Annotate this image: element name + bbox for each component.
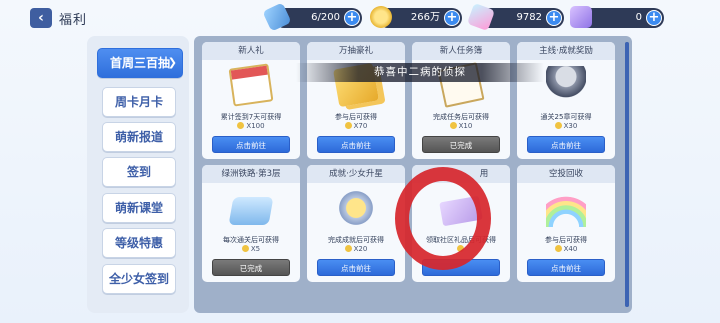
character-icon (546, 66, 586, 104)
train-icon (228, 197, 274, 225)
card-description: 每次通关后可获得 (223, 236, 279, 244)
go-button[interactable]: 点击前往 (212, 136, 290, 153)
sidebar-item-weekly-monthly-card[interactable]: 周卡月卡 (102, 87, 176, 117)
card-description: 参与后可获得 (545, 236, 587, 244)
card-title: 新人礼 (202, 42, 300, 60)
card-reward: X5 (202, 245, 300, 253)
sidebar-item-newbie-report[interactable]: 萌新报道 (102, 122, 176, 152)
card-title: 成就·少女升星 (307, 165, 405, 183)
resource-coin: 266万 + (370, 6, 462, 28)
reward-amount: X100 (246, 122, 265, 130)
sidebar-item-all-girls-sign-in[interactable]: 全少女签到 (102, 264, 176, 294)
medal-icon (336, 189, 376, 227)
card-title: 新人任务簿 (412, 42, 510, 60)
sidebar-item-label: 签到 (126, 165, 151, 179)
add-coin-button[interactable]: + (444, 10, 460, 26)
card-title: 万抽豪礼 (307, 42, 405, 60)
resource-value: 6/200 (311, 12, 340, 23)
add-card-button[interactable]: + (646, 10, 662, 26)
gem-icon (466, 2, 496, 32)
completed-button[interactable]: 已完成 (212, 259, 290, 276)
resource-value: 9782 (516, 12, 542, 23)
reward-amount: X5 (250, 245, 261, 253)
ticket-icon (262, 2, 292, 32)
go-button[interactable]: 点击前往 (527, 259, 605, 276)
coin-icon (344, 245, 352, 252)
sidebar-item-label: 萌新课堂 (114, 201, 163, 215)
resource-card: 0 + (570, 6, 664, 28)
sidebar-item-level-deal[interactable]: 等级特惠 (102, 228, 176, 258)
sidebar: 首周三百抽 ❯ 周卡月卡 萌新报道 签到 萌新课堂 等级特惠 全少女签到 (87, 36, 189, 313)
resource-gem: 9782 + (466, 2, 564, 32)
top-bar: ‹ 福利 6/200 + 266万 + 9782 + 0 + (0, 0, 720, 36)
reward-amount: X40 (563, 245, 578, 253)
go-button[interactable]: 点击前往 (317, 136, 395, 153)
card-reward: X100 (202, 122, 300, 130)
coin-icon (554, 245, 562, 252)
reward-card: 新人礼 累计签到7天可获得 X100 点击前往 (202, 42, 300, 159)
sidebar-item-first-week[interactable]: 首周三百抽 ❯ (97, 48, 183, 78)
go-button[interactable]: 点击前往 (317, 259, 395, 276)
resource-ticket: 6/200 + (262, 2, 362, 32)
add-ticket-button[interactable]: + (344, 10, 360, 26)
resource-value: 266万 (410, 12, 440, 23)
reward-card: 空投回收 参与后可获得 X40 点击前往 (517, 165, 615, 282)
calendar-icon (228, 63, 274, 107)
reward-amount: X20 (353, 245, 368, 253)
card-reward: X30 (517, 122, 615, 130)
reward-amount: X30 (563, 122, 578, 130)
card-title: 空投回收 (517, 165, 615, 183)
sidebar-item-label: 首周三百抽 (109, 56, 170, 70)
card-title: 主线·成就奖励 (517, 42, 615, 60)
sidebar-item-label: 周卡月卡 (114, 95, 163, 109)
coin-icon (344, 122, 352, 129)
coin-icon (241, 245, 249, 252)
scrollbar-thumb[interactable] (625, 42, 629, 307)
sidebar-item-sign-in[interactable]: 签到 (102, 157, 176, 187)
card-reward: X10 (412, 122, 510, 130)
reward-card: 新人任务簿 完成任务后可获得 X10 已完成 (412, 42, 510, 159)
sidebar-item-label: 萌新报道 (114, 130, 163, 144)
chevron-left-icon: ‹ (38, 10, 44, 26)
card-reward: X40 (517, 245, 615, 253)
page-title: 福利 (59, 13, 88, 28)
card-description: 完成任务后可获得 (433, 113, 489, 121)
coin-icon (237, 122, 245, 129)
highlight-circle (395, 167, 491, 270)
sidebar-item-label: 全少女签到 (108, 272, 169, 286)
back-button[interactable]: ‹ (30, 8, 52, 28)
coin-icon (370, 6, 392, 28)
reward-card: 绿洲铁路·第3层 每次通关后可获得 X5 已完成 (202, 165, 300, 282)
completed-button[interactable]: 已完成 (422, 136, 500, 153)
chevron-right-icon: ❯ (167, 56, 177, 69)
scrollbar[interactable] (625, 42, 629, 307)
reward-card: 主线·成就奖励 通关25章可获得 X30 点击前往 (517, 42, 615, 159)
reward-amount: X70 (353, 122, 368, 130)
notice-banner: 恭喜中二病的侦探 (296, 63, 544, 82)
sidebar-item-newbie-class[interactable]: 萌新课堂 (102, 193, 176, 223)
card-description: 累计签到7天可获得 (220, 113, 282, 121)
coin-icon (554, 122, 562, 129)
reward-amount: X10 (458, 122, 473, 130)
card-title: 绿洲铁路·第3层 (202, 165, 300, 183)
card-description: 通关25章可获得 (540, 113, 592, 121)
reward-card: 成就·少女升星 完成成就后可获得 X20 点击前往 (307, 165, 405, 282)
rainbow-icon (546, 189, 586, 227)
card-reward: X70 (307, 122, 405, 130)
resource-value: 0 (635, 12, 642, 23)
card-description: 参与后可获得 (335, 113, 377, 121)
card-reward: X20 (307, 245, 405, 253)
card-icon (570, 6, 592, 28)
add-gem-button[interactable]: + (546, 10, 562, 26)
coin-icon (449, 122, 457, 129)
go-button[interactable]: 点击前往 (527, 136, 605, 153)
card-description: 完成成就后可获得 (328, 236, 384, 244)
reward-card: 万抽豪礼 参与后可获得 X70 点击前往 (307, 42, 405, 159)
sidebar-item-label: 等级特惠 (114, 236, 163, 250)
